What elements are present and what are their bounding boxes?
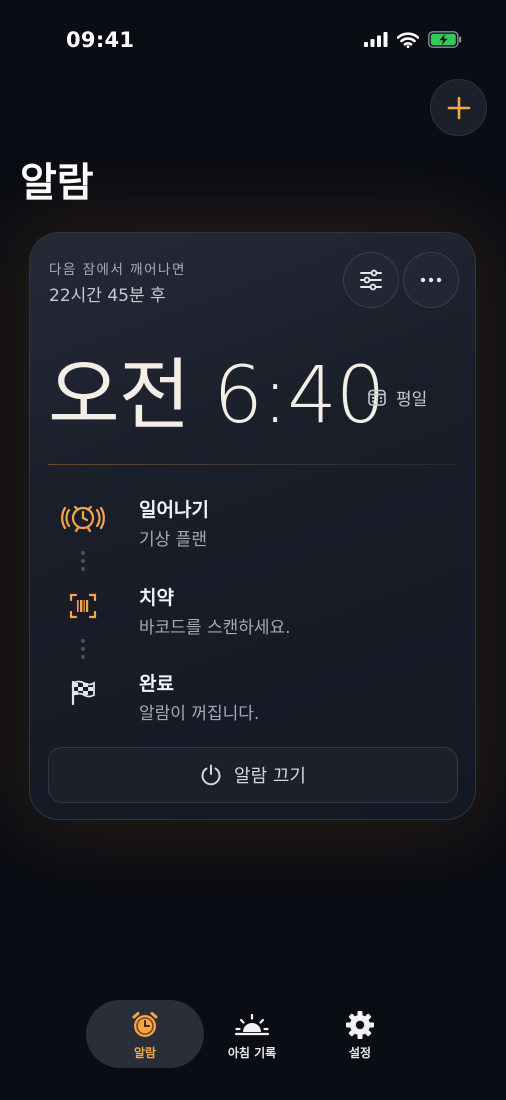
tab-label: 설정: [348, 1046, 372, 1060]
alarm-card[interactable]: 다음 잠에서 깨어나면 22시간 45분 후 오전 6:40 평일 일어나기 기…: [29, 232, 476, 820]
more-options-button[interactable]: [403, 252, 459, 308]
alarm-time: 오전 6:40: [48, 351, 385, 441]
step-description: 기상 플랜: [139, 530, 207, 550]
step-title: 일어나기: [139, 499, 209, 521]
turn-off-alarm-button[interactable]: 알람 끄기: [48, 747, 458, 803]
wifi-icon: [397, 31, 419, 48]
gear-icon: [345, 1009, 375, 1041]
alarm-clock-icon: [130, 1009, 160, 1041]
repeat-label: 평일: [396, 390, 428, 410]
step-title: 치약: [139, 587, 174, 609]
tab-bar: 알람 아침 기록 설정: [86, 1000, 421, 1069]
next-wake-time: 22시간 45분 후: [49, 286, 166, 306]
step-description: 알람이 꺼집니다.: [139, 704, 260, 724]
alarm-ringing-icon: [58, 497, 108, 537]
tab-label: 알람: [133, 1046, 157, 1060]
cellular-signal-icon: [364, 32, 388, 47]
alarm-settings-button[interactable]: [343, 252, 399, 308]
step-description: 바코드를 스캔하세요.: [139, 618, 291, 638]
step-title: 완료: [139, 673, 174, 695]
tab-label: 아침 기록: [227, 1046, 277, 1060]
checkered-flag-icon: [58, 672, 108, 712]
add-alarm-button[interactable]: [430, 79, 487, 136]
step-done[interactable]: 완료 알람이 꺼집니다.: [30, 669, 475, 729]
sliders-icon: [360, 269, 382, 291]
battery-charging-icon: [428, 31, 462, 48]
sunrise-icon: [234, 1009, 270, 1041]
tab-settings[interactable]: 설정: [301, 1000, 419, 1068]
barcode-scan-icon: [58, 586, 108, 626]
step-connector: [81, 639, 85, 663]
next-wake-label: 다음 잠에서 깨어나면: [49, 262, 186, 278]
step-toothpaste[interactable]: 치약 바코드를 스캔하세요.: [30, 583, 475, 643]
more-icon: [420, 277, 442, 283]
status-time: 09:41: [66, 28, 135, 52]
repeat-days[interactable]: 평일: [368, 385, 427, 410]
power-icon: [201, 764, 221, 786]
status-icons: [364, 31, 462, 48]
tab-alarm[interactable]: 알람: [86, 1000, 204, 1068]
calendar-icon: [368, 389, 386, 406]
page-title: 알람: [20, 160, 94, 206]
step-wake-up[interactable]: 일어나기 기상 플랜: [30, 495, 475, 555]
turn-off-label: 알람 끄기: [234, 766, 306, 787]
plus-icon: [447, 96, 470, 119]
tab-morning-log[interactable]: 아침 기록: [193, 1000, 311, 1068]
step-connector: [81, 551, 85, 575]
divider: [48, 464, 458, 465]
